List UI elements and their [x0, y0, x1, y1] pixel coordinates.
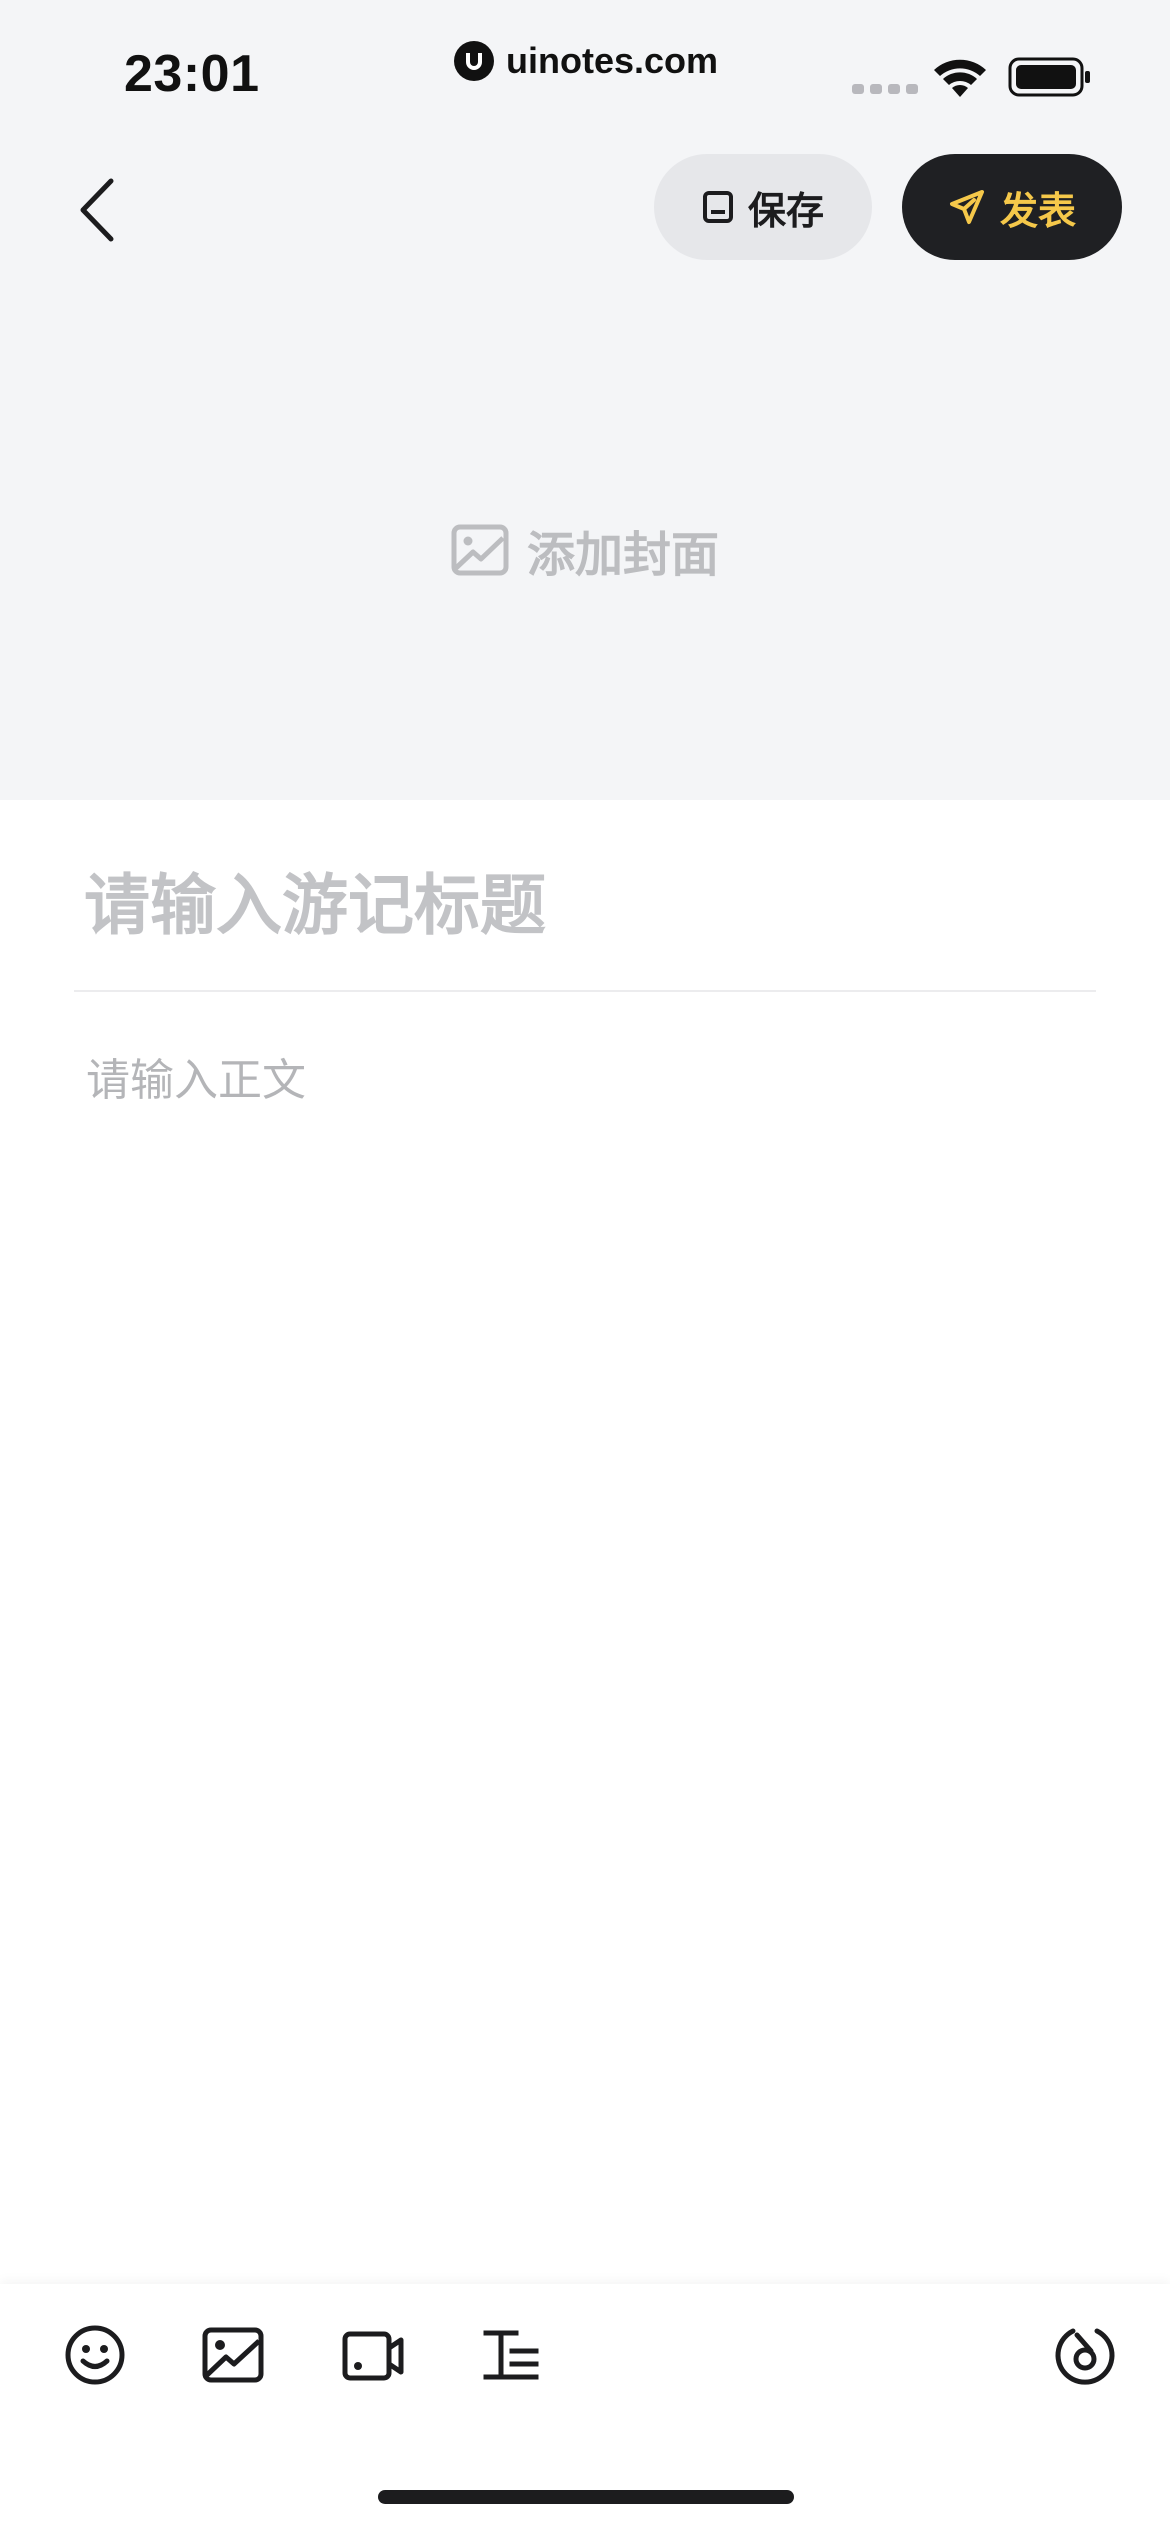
- home-indicator: [378, 2490, 794, 2504]
- body-input[interactable]: 请输入正文: [86, 1044, 1086, 1106]
- url-badge: uinotes.com: [440, 26, 732, 96]
- divider: [74, 990, 1096, 992]
- text-format-button[interactable]: [478, 2322, 544, 2388]
- emoji-icon: [65, 2325, 125, 2385]
- image-icon: [202, 2327, 264, 2383]
- image-icon: [451, 524, 509, 576]
- wifi-icon: [934, 59, 986, 97]
- insert-video-button[interactable]: [340, 2322, 406, 2388]
- location-button[interactable]: [1052, 2322, 1118, 2388]
- url-text: uinotes.com: [506, 40, 719, 81]
- video-icon: [342, 2331, 404, 2381]
- location-icon: [1055, 2328, 1115, 2385]
- add-cover-area[interactable]: 添加封面: [0, 300, 1170, 800]
- save-button-label: 保存: [747, 188, 824, 233]
- emoji-button[interactable]: [62, 2322, 128, 2388]
- back-button[interactable]: [62, 170, 132, 250]
- publish-button[interactable]: 发表: [902, 154, 1122, 260]
- insert-image-button[interactable]: [200, 2322, 266, 2388]
- text-format-icon: [483, 2330, 539, 2380]
- save-draft-icon: [702, 191, 733, 223]
- add-cover-label: 添加封面: [526, 527, 719, 583]
- chevron-left-icon: [80, 178, 114, 242]
- title-input[interactable]: 请输入游记标题: [84, 852, 1084, 944]
- uinotes-logo-icon: [454, 41, 494, 81]
- cellular-signal-icon: [852, 84, 918, 94]
- battery-icon: [1008, 57, 1090, 97]
- save-button[interactable]: 保存: [654, 154, 872, 260]
- publish-button-label: 发表: [999, 188, 1076, 233]
- status-time: 23:01: [124, 45, 260, 103]
- send-icon: [949, 190, 984, 224]
